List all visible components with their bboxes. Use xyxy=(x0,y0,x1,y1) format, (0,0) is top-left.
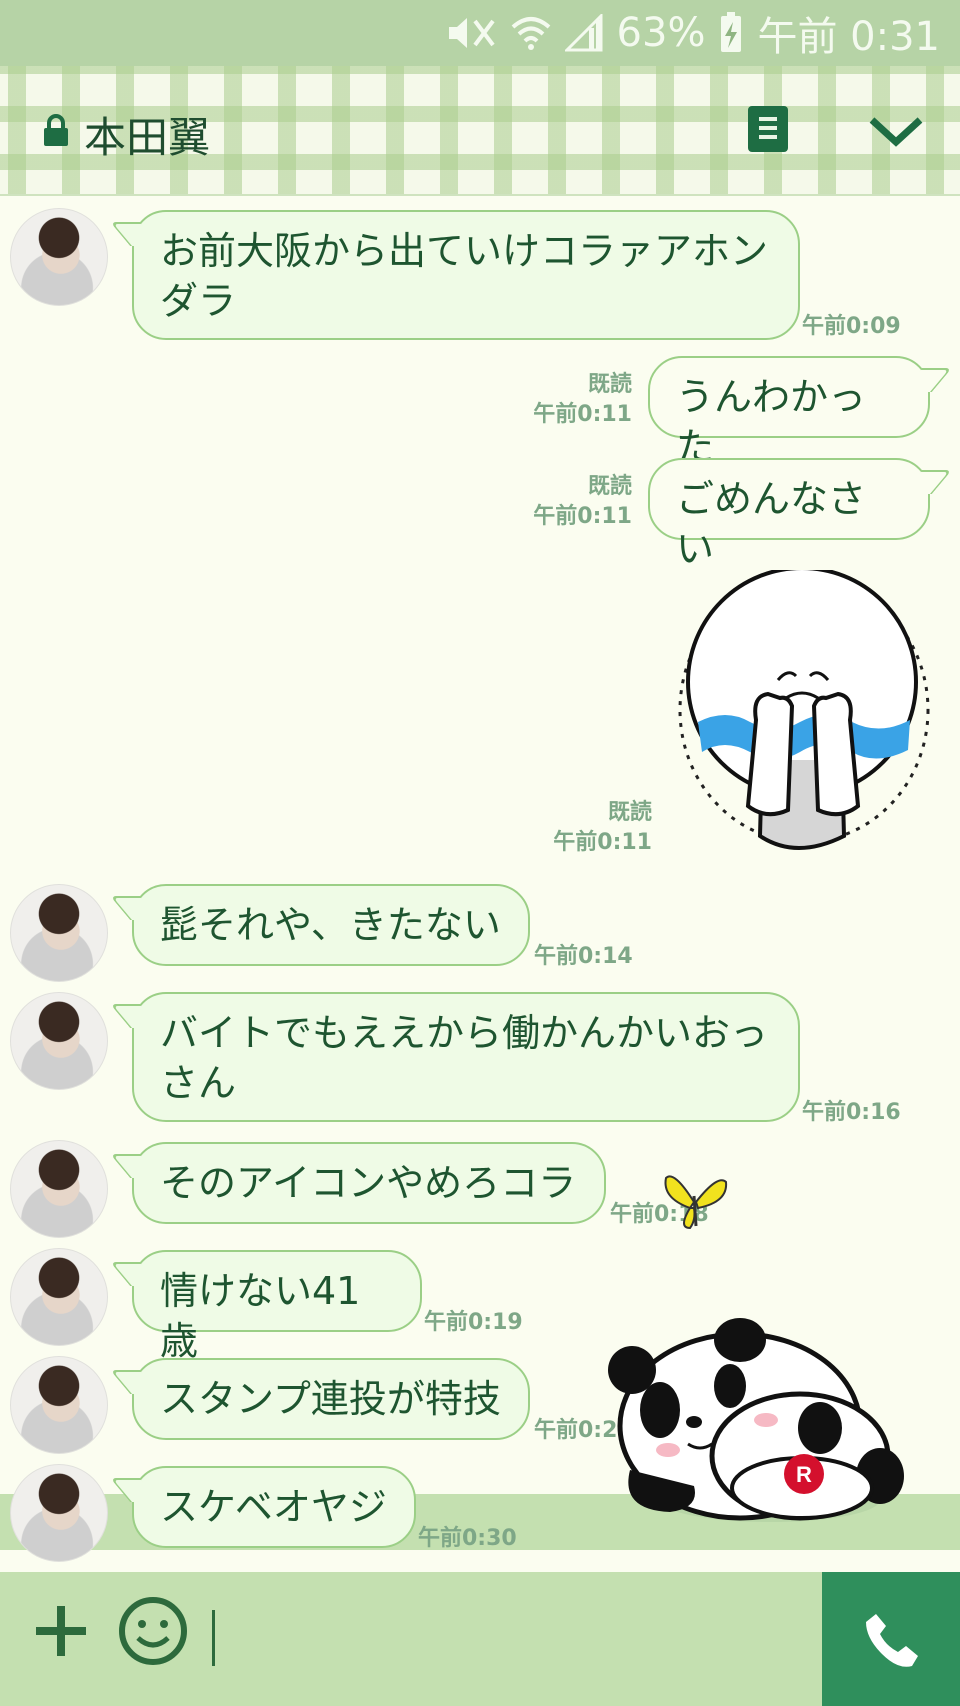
wifi-icon xyxy=(511,17,550,50)
message-text: お前大阪から出ていけコラァアホンダラ xyxy=(160,229,769,323)
message-bubble[interactable]: そのアイコンやめろコラ xyxy=(132,1142,606,1224)
avatar[interactable] xyxy=(10,1464,108,1562)
avatar[interactable] xyxy=(10,1140,108,1238)
status-time: 午前 0:31 xyxy=(757,14,940,60)
battery-charging-icon xyxy=(721,12,742,52)
crying-face-sticker[interactable] xyxy=(676,570,932,862)
message-time: 午前0:11 xyxy=(553,830,652,855)
message-time: 午前0:14 xyxy=(534,944,633,969)
svg-text:R: R xyxy=(796,1462,812,1487)
menu-icon[interactable] xyxy=(748,106,788,152)
message-text: ごめんなさい xyxy=(676,477,867,571)
phone-icon xyxy=(866,1614,918,1667)
read-receipt: 既読 xyxy=(587,372,632,397)
lock-icon xyxy=(44,114,68,146)
message-time: 午前0:09 xyxy=(802,314,901,339)
signal-icon xyxy=(564,14,603,52)
message-text: 髭それや、きたない xyxy=(160,903,501,947)
chat-header: 本田翼 xyxy=(0,66,960,196)
message-text: 情けない41歳 xyxy=(160,1269,361,1363)
avatar[interactable] xyxy=(10,1248,108,1346)
message-time: 午前0:11 xyxy=(533,402,632,427)
emoji-icon[interactable] xyxy=(118,1596,188,1666)
plus-icon[interactable] xyxy=(32,1602,90,1660)
avatar[interactable] xyxy=(10,1356,108,1454)
message-bubble[interactable]: ごめんなさい xyxy=(648,458,930,571)
message-time: 午前0:16 xyxy=(802,1100,901,1125)
message-time: 午前0:30 xyxy=(418,1526,517,1551)
avatar[interactable] xyxy=(10,208,108,306)
message-bubble[interactable]: 髭それや、きたない xyxy=(132,884,530,966)
message-bubble[interactable]: スケベオヤジ xyxy=(132,1466,416,1548)
message-bubble[interactable]: バイトでもええから働かんかいおっさん xyxy=(132,992,800,1122)
chevron-down-icon[interactable] xyxy=(868,114,924,148)
avatar[interactable] xyxy=(10,992,108,1090)
battery-percent: 63% xyxy=(616,10,706,56)
mute-icon xyxy=(448,18,495,48)
chat-area[interactable]: お前大阪から出ていけコラァアホンダラ 午前0:09 既読 午前0:11 うんわか… xyxy=(0,194,960,1494)
call-button[interactable] xyxy=(822,1572,960,1706)
message-text: うんわかった xyxy=(676,375,867,469)
message-text: スタンプ連投が特技 xyxy=(160,1377,501,1421)
avatar[interactable] xyxy=(10,884,108,982)
message-text: そのアイコンやめろコラ xyxy=(160,1161,577,1205)
message-bubble[interactable]: お前大阪から出ていけコラァアホンダラ xyxy=(132,210,800,340)
input-bar xyxy=(0,1572,960,1706)
message-text: スケベオヤジ xyxy=(160,1485,387,1529)
status-bar: 63% 午前 0:31 xyxy=(0,0,960,66)
message-time: 午前0:19 xyxy=(424,1310,523,1335)
butterfly-icon xyxy=(664,1175,728,1230)
panda-sticker: R xyxy=(608,1318,904,1522)
read-receipt: 既読 xyxy=(587,474,632,499)
read-receipt: 既読 xyxy=(607,800,652,825)
message-text: バイトでもええから働かんかいおっさん xyxy=(160,1011,769,1105)
message-bubble[interactable]: うんわかった xyxy=(648,356,930,469)
message-input[interactable] xyxy=(212,1610,215,1666)
message-bubble[interactable]: 情けない41歳 xyxy=(132,1250,422,1363)
message-bubble[interactable]: スタンプ連投が特技 xyxy=(132,1358,530,1440)
message-time: 午前0:11 xyxy=(533,504,632,529)
chat-title: 本田翼 xyxy=(84,113,211,162)
